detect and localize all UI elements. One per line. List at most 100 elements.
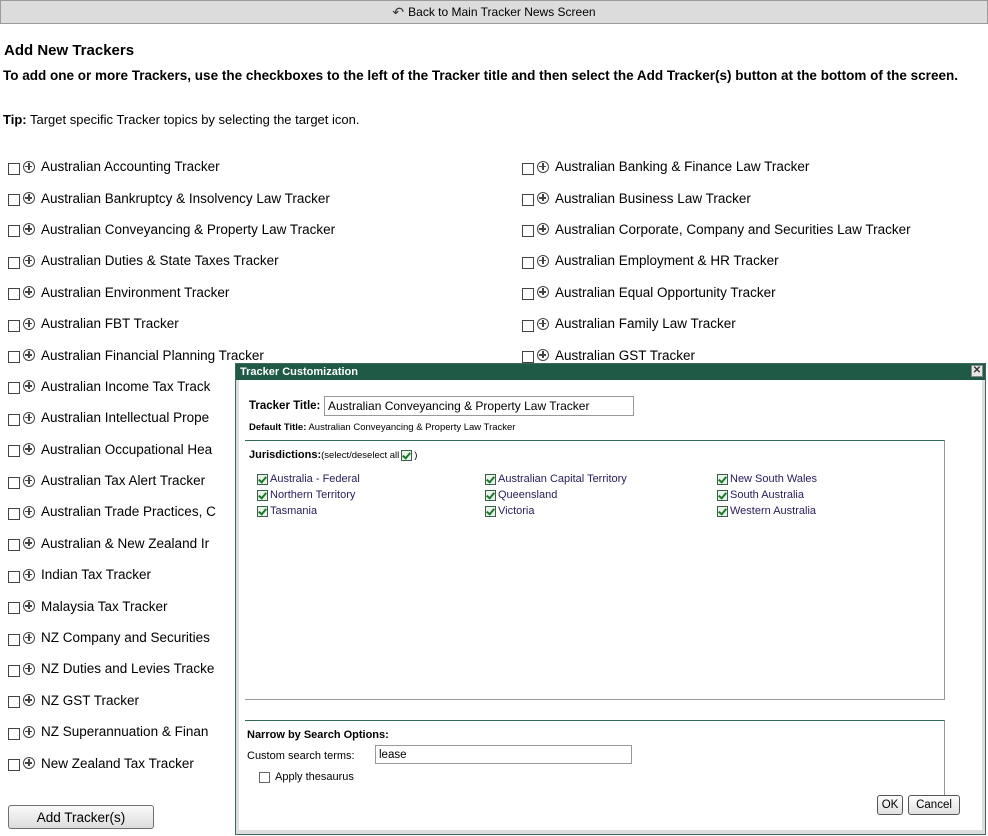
tracker-checkbox[interactable] xyxy=(8,445,20,458)
target-icon[interactable] xyxy=(23,725,35,738)
target-icon[interactable] xyxy=(23,254,35,267)
jurisdiction-option[interactable]: Western Australia xyxy=(717,505,942,517)
target-icon[interactable] xyxy=(23,286,35,299)
tracker-title-label: Tracker Title: xyxy=(249,400,321,412)
target-icon[interactable] xyxy=(537,254,549,267)
tracker-checkbox[interactable] xyxy=(522,256,534,269)
jurisdiction-checkbox[interactable] xyxy=(485,489,496,501)
tracker-checkbox[interactable] xyxy=(522,319,534,332)
target-icon[interactable] xyxy=(23,505,35,518)
jurisdiction-checkbox[interactable] xyxy=(485,473,496,485)
tracker-checkbox[interactable] xyxy=(8,319,20,332)
tracker-checkbox[interactable] xyxy=(8,288,20,301)
tracker-item: Australian Environment Tracker xyxy=(8,277,335,308)
tracker-item: Australian Duties & State Taxes Tracker xyxy=(8,245,335,276)
ok-button[interactable]: OK xyxy=(877,795,903,815)
target-icon[interactable] xyxy=(23,223,35,236)
target-icon[interactable] xyxy=(23,317,35,330)
target-icon[interactable] xyxy=(23,631,35,644)
target-icon[interactable] xyxy=(23,380,35,393)
tracker-checkbox[interactable] xyxy=(8,664,20,677)
jurisdiction-checkbox[interactable] xyxy=(257,505,268,517)
tracker-checkbox[interactable] xyxy=(8,256,20,269)
tracker-checkbox[interactable] xyxy=(8,476,20,489)
jurisdictions-panel: Jurisdictions: (select/deselect all ) Au… xyxy=(245,440,945,700)
tracker-item: Australian FBT Tracker xyxy=(8,308,335,339)
apply-thesaurus-option[interactable]: Apply thesaurus xyxy=(259,771,354,783)
jurisdictions-header: Jurisdictions: (select/deselect all ) xyxy=(249,449,417,461)
tracker-checkbox[interactable] xyxy=(522,288,534,301)
target-icon[interactable] xyxy=(23,537,35,550)
jurisdiction-label: Tasmania xyxy=(270,505,318,517)
page-title: Add New Trackers xyxy=(4,42,135,59)
target-icon[interactable] xyxy=(23,160,35,173)
jurisdiction-option[interactable]: Australia - Federal xyxy=(257,473,482,485)
default-title-value: Australian Conveyancing & Property Law T… xyxy=(306,422,516,433)
tracker-checkbox[interactable] xyxy=(8,727,20,740)
target-icon[interactable] xyxy=(537,286,549,299)
jurisdiction-checkbox[interactable] xyxy=(717,505,728,517)
tracker-checkbox[interactable] xyxy=(8,602,20,615)
tracker-title-input[interactable] xyxy=(324,396,634,416)
tracker-checkbox[interactable] xyxy=(8,194,20,207)
tracker-label: Australian FBT Tracker xyxy=(41,316,179,332)
tracker-checkbox[interactable] xyxy=(8,351,20,364)
target-icon[interactable] xyxy=(23,600,35,613)
add-trackers-button[interactable]: Add Tracker(s) xyxy=(8,805,154,829)
jurisdiction-option[interactable]: Northern Territory xyxy=(257,489,482,501)
select-all-checkbox[interactable] xyxy=(401,449,413,461)
tracker-checkbox[interactable] xyxy=(8,382,20,395)
jurisdiction-checkbox[interactable] xyxy=(717,489,728,501)
tracker-checkbox[interactable] xyxy=(8,570,20,583)
jurisdiction-option[interactable]: South Australia xyxy=(717,489,942,501)
target-icon[interactable] xyxy=(23,694,35,707)
target-icon[interactable] xyxy=(537,223,549,236)
jurisdiction-option[interactable]: Victoria xyxy=(485,505,710,517)
target-icon[interactable] xyxy=(23,192,35,205)
tracker-checkbox[interactable] xyxy=(8,413,20,426)
tracker-label: Australian Business Law Tracker xyxy=(555,190,751,206)
tracker-checkbox[interactable] xyxy=(8,633,20,646)
target-icon[interactable] xyxy=(23,411,35,424)
jurisdiction-option[interactable]: Queensland xyxy=(485,489,710,501)
tracker-checkbox[interactable] xyxy=(8,539,20,552)
target-icon[interactable] xyxy=(23,443,35,456)
target-icon[interactable] xyxy=(537,317,549,330)
target-icon[interactable] xyxy=(537,160,549,173)
tracker-checkbox[interactable] xyxy=(522,194,534,207)
target-icon[interactable] xyxy=(23,757,35,770)
tracker-label: Australian Tax Alert Tracker xyxy=(41,473,206,489)
jurisdiction-checkbox[interactable] xyxy=(717,473,728,485)
jurisdiction-option[interactable]: Australian Capital Territory xyxy=(485,473,710,485)
tracker-checkbox[interactable] xyxy=(8,162,20,175)
tracker-checkbox[interactable] xyxy=(8,225,20,238)
tracker-label: Australian Family Law Tracker xyxy=(555,316,736,332)
close-icon[interactable]: ✕ xyxy=(971,365,983,377)
jurisdiction-label: Northern Territory xyxy=(270,489,356,501)
jurisdiction-checkbox[interactable] xyxy=(257,473,268,485)
tracker-checkbox[interactable] xyxy=(522,225,534,238)
tracker-checkbox[interactable] xyxy=(522,351,534,364)
tracker-checkbox[interactable] xyxy=(8,507,20,520)
back-to-main-link[interactable]: ↶ Back to Main Tracker News Screen xyxy=(0,0,988,24)
jurisdiction-checkbox[interactable] xyxy=(485,505,496,517)
tracker-label: Australian & New Zealand Ir xyxy=(41,535,210,551)
tracker-label: Australian Conveyancing & Property Law T… xyxy=(41,221,336,237)
custom-terms-input[interactable] xyxy=(375,745,632,764)
dialog-title-bar: Tracker Customization ✕ xyxy=(236,364,985,380)
target-icon[interactable] xyxy=(23,568,35,581)
jurisdiction-checkbox[interactable] xyxy=(257,489,268,501)
apply-thesaurus-checkbox[interactable] xyxy=(259,771,270,783)
tracker-checkbox[interactable] xyxy=(522,162,534,175)
target-icon[interactable] xyxy=(537,349,549,362)
target-icon[interactable] xyxy=(23,349,35,362)
tracker-checkbox[interactable] xyxy=(8,696,20,709)
tracker-checkbox[interactable] xyxy=(8,759,20,772)
target-icon[interactable] xyxy=(23,474,35,487)
jurisdiction-option[interactable]: Tasmania xyxy=(257,505,482,517)
jurisdiction-option[interactable]: New South Wales xyxy=(717,473,942,485)
cancel-button[interactable]: Cancel xyxy=(908,795,960,815)
target-icon[interactable] xyxy=(537,192,549,205)
tracker-label: Australian Duties & State Taxes Tracker xyxy=(41,253,279,269)
target-icon[interactable] xyxy=(23,662,35,675)
